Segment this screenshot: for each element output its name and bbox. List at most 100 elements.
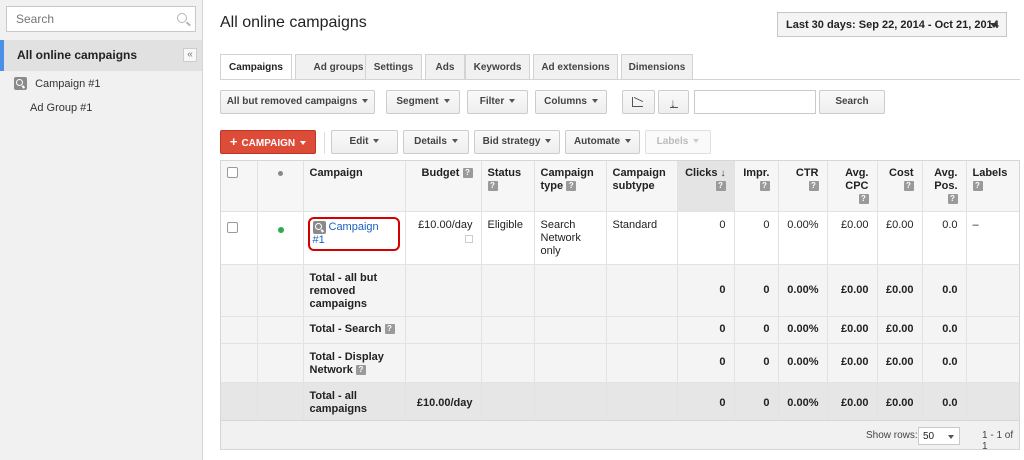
table-search-input[interactable]	[694, 90, 816, 114]
sidebar-search-input[interactable]	[7, 7, 167, 31]
total-empty-cell	[221, 382, 257, 420]
collapse-sidebar-icon[interactable]: «	[183, 48, 197, 62]
tab-dimensions[interactable]: Dimensions	[621, 54, 693, 80]
total-impressions: 0	[733, 343, 778, 383]
filter-button[interactable]: Filter	[467, 90, 528, 114]
sidebar-search-box[interactable]	[6, 6, 196, 32]
campaign-link[interactable]: Campaign #1	[307, 216, 400, 252]
sidebar-item-ad-group[interactable]: Ad Group #1	[30, 102, 92, 114]
header-label: Cost	[889, 167, 914, 179]
chevron-down-icon	[443, 99, 450, 104]
sidebar-item-campaign[interactable]: Campaign #1	[14, 77, 101, 93]
total-budget	[404, 316, 481, 344]
budget-value: £10.00/day	[418, 218, 473, 231]
edit-label: Edit	[349, 136, 369, 147]
row-cost: £0.00	[876, 211, 922, 265]
help-icon[interactable]: ?	[903, 181, 914, 192]
search-campaign-icon	[14, 77, 27, 90]
sidebar-item-all-campaigns[interactable]: All online campaigns «	[0, 40, 202, 71]
total-cost: £0.00	[876, 316, 922, 344]
tab-ad-extensions[interactable]: Ad extensions	[533, 54, 618, 80]
header-label: Campaign	[309, 167, 363, 179]
chevron-down-icon	[373, 139, 380, 144]
automate-button[interactable]: Automate	[565, 130, 640, 154]
edit-button[interactable]: Edit	[331, 130, 398, 154]
labels-button[interactable]: Labels	[645, 130, 711, 154]
header-status[interactable]: Status?	[480, 161, 534, 212]
help-icon[interactable]: ?	[947, 194, 958, 205]
total-empty-cell	[965, 343, 1019, 383]
download-icon	[670, 92, 678, 114]
help-icon[interactable]: ?	[858, 194, 869, 205]
header-campaign-type[interactable]: Campaign type ?	[533, 161, 606, 212]
select-all-checkbox[interactable]	[227, 167, 238, 178]
total-label-cell: Total - Search ?	[302, 316, 405, 344]
toggle-graph-button[interactable]	[622, 90, 655, 114]
row-campaign-cell: Campaign #1	[302, 211, 405, 265]
total-empty-cell	[605, 343, 677, 383]
enabled-status-icon[interactable]	[277, 226, 284, 233]
total-empty-cell	[221, 343, 257, 383]
bid-strategy-button[interactable]: Bid strategy	[474, 130, 560, 154]
date-range-selector[interactable]: Last 30 days: Sep 22, 2014 - Oct 21, 201…	[777, 12, 1007, 37]
segment-button[interactable]: Segment	[386, 90, 460, 114]
columns-button[interactable]: Columns	[535, 90, 607, 114]
campaign-filter-label: All but removed campaigns	[226, 96, 358, 107]
sidebar: All online campaigns « Campaign #1 Ad Gr…	[0, 0, 203, 460]
header-campaign[interactable]: Campaign	[302, 161, 405, 212]
help-icon[interactable]: ?	[487, 181, 498, 192]
search-icon[interactable]	[177, 13, 187, 23]
header-budget[interactable]: Budget ?	[404, 161, 481, 212]
header-impressions[interactable]: Impr.?	[733, 161, 778, 212]
chevron-down-icon	[362, 99, 369, 104]
edit-budget-icon[interactable]	[464, 234, 473, 243]
rows-per-page-select[interactable]: 50	[918, 427, 960, 445]
details-button[interactable]: Details	[403, 130, 469, 154]
total-empty-cell	[480, 316, 534, 344]
help-icon[interactable]: ?	[355, 364, 366, 375]
new-campaign-button[interactable]: + CAMPAIGN	[220, 130, 316, 154]
status-dot-icon[interactable]	[278, 171, 283, 176]
total-clicks: 0	[676, 316, 734, 344]
total-clicks: 0	[676, 343, 734, 383]
help-icon[interactable]: ?	[462, 168, 473, 179]
chevron-down-icon	[948, 435, 954, 439]
tab-keywords[interactable]: Keywords	[465, 54, 530, 80]
header-ctr[interactable]: CTR?	[777, 161, 827, 212]
header-campaign-subtype[interactable]: Campaign subtype	[605, 161, 677, 212]
header-avg-pos[interactable]: Avg. Pos.?	[921, 161, 966, 212]
search-button[interactable]: Search	[819, 90, 885, 114]
header-labels[interactable]: Labels?	[965, 161, 1019, 212]
help-icon[interactable]: ?	[715, 181, 726, 192]
total-empty-cell	[533, 343, 606, 383]
header-avg-cpc[interactable]: Avg. CPC?	[826, 161, 877, 212]
header-clicks[interactable]: Clicks ↓?	[676, 161, 734, 212]
table-header-row: Campaign Budget ? Status? Campaign type …	[221, 161, 1019, 212]
total-avg-pos: 0.0	[921, 316, 966, 344]
campaign-filter-dropdown[interactable]: All but removed campaigns	[220, 90, 375, 114]
help-icon[interactable]: ?	[972, 181, 983, 192]
header-label: Budget	[421, 167, 460, 179]
automate-label: Automate	[573, 136, 621, 147]
total-budget	[404, 343, 481, 383]
tab-divider	[220, 79, 1020, 80]
tab-ads[interactable]: Ads	[425, 54, 465, 80]
help-icon[interactable]: ?	[808, 181, 819, 192]
help-icon[interactable]: ?	[759, 181, 770, 192]
header-cost[interactable]: Cost?	[876, 161, 922, 212]
tab-settings[interactable]: Settings	[365, 54, 422, 80]
help-icon[interactable]: ?	[566, 181, 577, 192]
total-ctr: 0.00%	[777, 316, 827, 344]
total-empty-cell	[221, 316, 257, 344]
line-chart-icon	[632, 97, 643, 107]
total-label: Total - Display Network	[309, 350, 384, 376]
total-avg-pos: 0.0	[921, 264, 966, 317]
row-checkbox[interactable]	[227, 221, 238, 233]
table-row: Campaign #1 £10.00/day Eligible Search N…	[221, 211, 1019, 265]
download-button[interactable]	[658, 90, 689, 114]
tab-campaigns[interactable]: Campaigns	[220, 54, 292, 80]
total-label: Total - all but removed campaigns	[302, 264, 405, 317]
help-icon[interactable]: ?	[384, 324, 395, 335]
toolbar-divider	[324, 132, 325, 154]
total-clicks: 0	[676, 382, 734, 420]
